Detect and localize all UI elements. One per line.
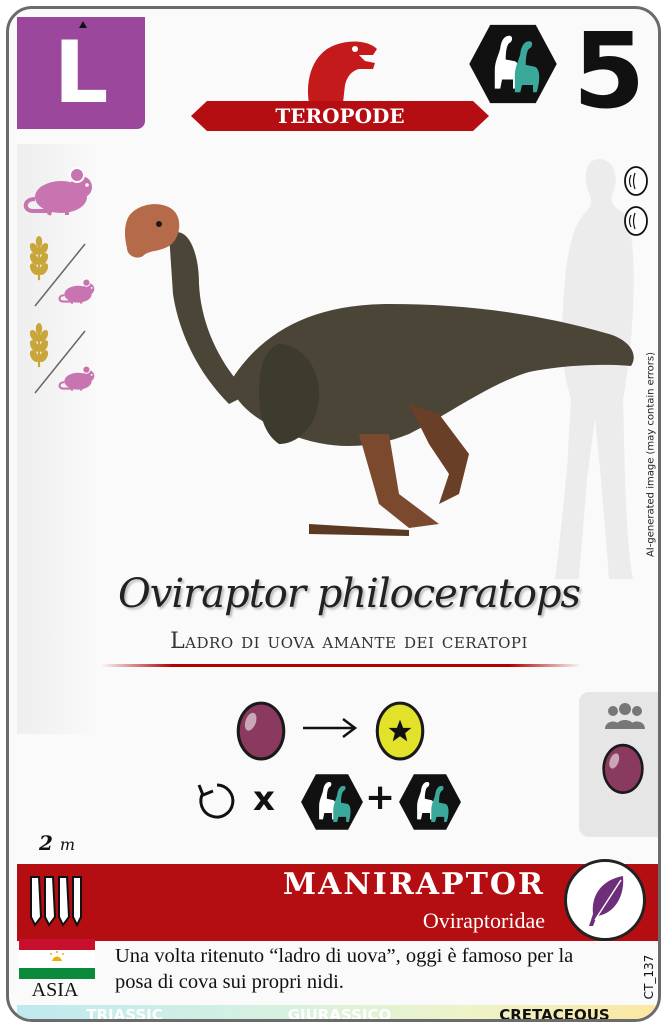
region-label: ASIA [31, 979, 79, 1001]
clade-name: MANIRAPTOR [282, 867, 545, 902]
sauropod-pair-icon [397, 773, 463, 831]
mouse-icon [57, 361, 99, 393]
mouse-icon [21, 159, 101, 219]
claws-icon [30, 876, 82, 927]
card-description: Una volta ritenuto “ladro di uova”, oggi… [115, 945, 574, 993]
common-name: Ladro di uova amante dei ceratopi [170, 629, 528, 654]
diet-option-wheat-mouse [21, 321, 101, 401]
diet-option-wheat-mouse [21, 234, 101, 314]
egg-outline-icon [624, 166, 648, 196]
mouse-icon [57, 274, 99, 306]
rank-letter: L [53, 23, 109, 123]
ai-note-text: AI-generated image (may contain errors) [645, 351, 657, 558]
egg-icon [601, 741, 645, 795]
feather-icon [589, 876, 624, 926]
period-bar: TRIASSIC GIURASSICO CRETACEOUS [17, 1005, 658, 1022]
period-triassic: TRIASSIC [86, 1006, 163, 1022]
group-label: TEROPODE [275, 104, 405, 128]
feather-badge [564, 859, 646, 941]
sauropod-pair-icon [467, 23, 559, 105]
oviraptor-illustration [125, 204, 634, 536]
scientific-name: Oviraptor philoceratops [117, 571, 581, 617]
card-id-text: CT_137 [642, 954, 656, 1000]
size-value: 2 [39, 831, 53, 855]
times-sign: x [253, 779, 275, 819]
family-name: Oviraptoridae [422, 908, 545, 933]
caret-up-icon [79, 21, 87, 28]
size-unit: m [59, 835, 76, 854]
period-cretaceous: CRETACEOUS [499, 1006, 610, 1022]
arrow-right-icon [303, 718, 358, 738]
title-divider [101, 664, 581, 667]
star-egg-icon [375, 701, 425, 761]
period-jurassic: GIURASSICO [287, 1006, 392, 1022]
size-label: 2 m [39, 831, 75, 855]
egg-icon [235, 699, 287, 761]
sauropod-pair-icon [299, 773, 365, 831]
theropod-head-icon [308, 41, 377, 103]
ai-note: AI-generated image (may contain errors) [641, 339, 658, 579]
rank-letter-box: L [17, 17, 145, 129]
group-icon [605, 703, 645, 729]
plus-sign: + [365, 777, 396, 818]
tajikistan-flag-icon [19, 939, 95, 979]
card-id: CT_137 [637, 944, 658, 1014]
repeat-icon [197, 783, 235, 819]
game-card[interactable]: L TEROPODE 5 AI-generated image (may con… [6, 6, 661, 1022]
cost-number: 5 [572, 10, 646, 132]
